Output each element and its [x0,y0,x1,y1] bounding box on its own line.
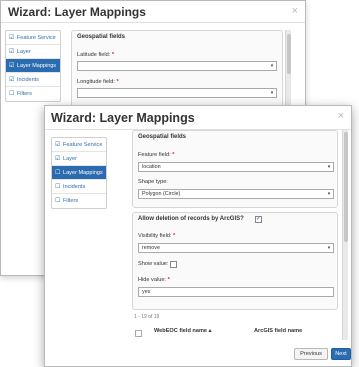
step-layer-mappings[interactable]: ☑ Layer Mappings [6,59,60,73]
step-filters[interactable]: ☐ Filters [52,194,106,208]
latitude-select[interactable]: ▾ [77,61,277,71]
shape-type-select[interactable]: Polygon (Circle) ▾ [138,189,334,199]
wizard-steps-nav: ☑ Feature Service ☑ Layer ☑ Layer Mappin… [5,30,61,102]
show-value-checkbox[interactable] [170,261,177,268]
front-content: Geospatial fields Feature field: * locat… [132,130,349,358]
checkbox-icon: ☑ [55,142,61,148]
required-mark: * [173,233,176,239]
select-value: remove [142,245,160,251]
chevron-down-icon: ▾ [327,164,331,170]
section-title: Geospatial fields [138,134,187,140]
step-label: Feature Service [16,35,56,41]
step-label: Filters [62,198,79,204]
step-layer[interactable]: ☑ Layer [52,152,106,166]
scrollbar-thumb[interactable] [344,132,348,242]
required-mark: * [111,52,115,58]
required-mark: * [172,152,175,158]
checkbox-icon: ☐ [55,170,61,176]
chevron-down-icon: ▾ [270,90,274,96]
select-value: location [142,164,161,170]
select-value: Polygon (Circle) [142,191,181,197]
hide-value-input[interactable]: yes [138,287,334,297]
shape-type-label: Shape type: [138,179,168,185]
step-label: Incidents [16,77,39,83]
column-header-arcgis[interactable]: ArcGIS field name [254,328,302,334]
step-incidents[interactable]: ☑ Incidents [6,73,60,87]
step-label: Incidents [62,184,86,190]
longitude-label: Longitude field: * [77,79,119,85]
chevron-down-icon: ▾ [327,191,331,197]
step-layer[interactable]: ☑ Layer [6,45,60,59]
hide-value-label: Hide value: * [138,277,170,283]
required-mark: * [116,79,119,85]
next-button[interactable]: Next [331,348,351,360]
dialog-header: Wizard: Layer Mappings × [45,106,351,130]
geospatial-panel: Geospatial fields Feature field: * locat… [132,130,338,208]
feature-field-select[interactable]: location ▾ [138,162,334,172]
step-label: Layer Mappings [62,170,103,176]
select-all-checkbox[interactable] [135,330,142,337]
step-feature-service[interactable]: ☑ Feature Service [6,31,60,45]
checkbox-icon: ☑ [9,77,15,83]
scrollbar-thumb[interactable] [287,34,291,74]
step-layer-mappings[interactable]: ☐ Layer Mappings [52,166,106,180]
show-value-label: Show value: [138,261,169,267]
checkbox-icon: ☑ [9,63,15,69]
previous-button[interactable]: Previous [294,348,328,360]
record-count: 1 - 19 of 19 [134,314,160,320]
feature-field-label: Feature field: * [138,152,175,158]
section-title: Geospatial fields [77,34,126,40]
close-icon[interactable]: × [292,5,298,17]
step-label: Filters [16,91,32,97]
allow-deletion-checkbox[interactable]: ✓ [255,216,262,223]
column-header-webeoc[interactable]: WebEOC field name ▴ [154,328,211,334]
step-filters[interactable]: ☐ Filters [6,87,60,101]
step-feature-service[interactable]: ☑ Feature Service [52,138,106,152]
checkbox-icon: ☐ [55,184,61,190]
wizard-steps-nav: ☑ Feature Service ☑ Layer ☐ Layer Mappin… [51,137,107,209]
section-title: Allow deletion of records by ArcGIS? [138,216,244,222]
checkbox-icon: ☐ [9,91,15,97]
visibility-field-label: Visibility field: * [138,233,176,239]
chevron-down-icon: ▾ [270,63,274,69]
sort-asc-icon: ▴ [208,328,212,334]
dialog-header: Wizard: Layer Mappings × [1,1,305,23]
dialog-title: Wizard: Layer Mappings [51,111,195,125]
visibility-field-select[interactable]: remove ▾ [138,243,334,253]
step-label: Layer Mappings [16,63,57,69]
deletion-panel: Allow deletion of records by ArcGIS? ✓ V… [132,212,338,310]
step-incidents[interactable]: ☐ Incidents [52,180,106,194]
checkbox-icon: ☑ [9,49,15,55]
required-mark: * [167,277,170,283]
step-label: Layer [16,49,31,55]
step-label: Layer [62,156,77,162]
dialog-title: Wizard: Layer Mappings [8,5,146,19]
checkbox-icon: ☑ [55,156,61,162]
scrollbar[interactable] [342,130,348,340]
latitude-label: Latitude field: * [77,52,115,58]
close-icon[interactable]: × [338,110,344,122]
chevron-down-icon: ▾ [327,245,331,251]
step-label: Feature Service [62,142,103,148]
longitude-select[interactable]: ▾ [77,88,277,98]
front-wizard-dialog: Wizard: Layer Mappings × ☑ Feature Servi… [44,105,352,367]
checkbox-icon: ☑ [9,35,15,41]
checkbox-icon: ☐ [55,198,61,204]
